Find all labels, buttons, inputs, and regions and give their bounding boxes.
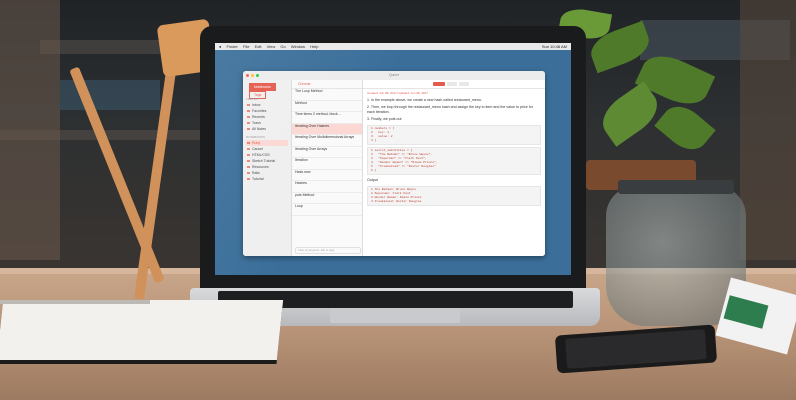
list-item-title: Iterating Over Hashes bbox=[295, 123, 330, 128]
menu-help[interactable]: Help bbox=[310, 43, 318, 50]
apple-icon[interactable]: ● bbox=[219, 43, 221, 50]
note-meta: Created: Jun 08, 2017 Updated: Jun 08, 2… bbox=[367, 91, 428, 95]
wooden-post bbox=[740, 0, 796, 260]
list-item-title: The Loop Method bbox=[295, 89, 323, 93]
preview-toggle-button[interactable] bbox=[433, 82, 445, 86]
list-item[interactable]: Method bbox=[292, 100, 362, 112]
list-item-title: Method bbox=[295, 100, 307, 105]
menu-view[interactable]: View bbox=[267, 43, 276, 50]
list-item-title: Iterating Over Multidimensional Arrays bbox=[295, 135, 355, 139]
menu-file[interactable]: File bbox=[243, 43, 249, 50]
list-item-selected[interactable]: Iterating Over Hashes bbox=[292, 123, 362, 135]
menu-edit[interactable]: Edit bbox=[255, 43, 262, 50]
tab-notebooks[interactable]: Notebooks bbox=[249, 83, 276, 91]
jar-lid bbox=[618, 180, 734, 194]
list-item-title: Iterating Over Arrays bbox=[295, 146, 328, 151]
window-title: Quiver bbox=[388, 73, 400, 77]
code-block[interactable]: 1 numbers = [ 2 key: 1 3 value: 2 4 ] bbox=[367, 125, 541, 145]
note-list: Chrome The Loop Method Method Time times… bbox=[292, 80, 363, 256]
sidebar-item-tutorial[interactable]: Tutorial bbox=[246, 176, 288, 182]
photo-scene: ● Finder File Edit View Go Window Help S… bbox=[0, 0, 796, 400]
sidebar-header-library: LIBRARY bbox=[246, 97, 259, 101]
menu-finder[interactable]: Finder bbox=[227, 43, 238, 50]
menubar-clock: Sun 10:48 AM bbox=[541, 44, 567, 49]
list-item-title: Time times 2 method, block... bbox=[295, 112, 341, 116]
code-block[interactable]: 1 The Batman: Bruce Wayne 2 Superman: Cl… bbox=[367, 186, 541, 206]
list-item[interactable]: Iteration bbox=[292, 158, 362, 170]
sidebar-header-notebooks: NOTEBOOKS bbox=[246, 135, 266, 139]
menu-window[interactable]: Window bbox=[291, 43, 305, 50]
note-editor: Created: Jun 08, 2017 Updated: Jun 08, 2… bbox=[363, 80, 545, 256]
list-item[interactable]: Iterating Over Multidimensional Arrays bbox=[292, 135, 362, 147]
search-input[interactable]: Filter by keyword, title or tags bbox=[295, 247, 361, 254]
list-item-title: Iteration bbox=[295, 158, 308, 162]
list-item-title: Hashes bbox=[295, 181, 307, 185]
sidebar-item-all-notes[interactable]: All Notes bbox=[246, 126, 288, 132]
list-item[interactable]: Hash.new bbox=[292, 169, 362, 181]
note-paragraph[interactable]: 1. In the example above, we create a new… bbox=[363, 97, 545, 104]
laptop-screen: ● Finder File Edit View Go Window Help S… bbox=[215, 43, 571, 275]
menubar: ● Finder File Edit View Go Window Help S… bbox=[215, 43, 571, 50]
sidebar: NotebooksTags LIBRARY Inbox Favorites Re… bbox=[243, 80, 292, 256]
editor-toolbar bbox=[363, 80, 545, 89]
list-item[interactable]: Hashes bbox=[292, 181, 362, 193]
list-item[interactable]: Time times 2 method, block... bbox=[292, 112, 362, 124]
wooden-post bbox=[0, 0, 60, 260]
list-item[interactable]: Iterating Over Arrays bbox=[292, 146, 362, 158]
note-list-title: Chrome bbox=[292, 80, 362, 89]
note-paragraph[interactable]: 2. Then, we loop through the restaurant_… bbox=[363, 104, 545, 116]
output-label: Output bbox=[367, 178, 378, 182]
notebook-spiral bbox=[0, 300, 150, 304]
list-item[interactable]: puts Method bbox=[292, 192, 362, 204]
list-item[interactable]: The Loop Method bbox=[292, 89, 362, 101]
paper-notebook bbox=[0, 300, 284, 360]
list-item-title: Loop bbox=[295, 204, 303, 208]
laptop-trackpad bbox=[330, 309, 460, 323]
code-block[interactable]: 1 secret_identities = { 2 "The Batman" =… bbox=[367, 147, 541, 175]
sidebar-list: LIBRARY Inbox Favorites Recents Trash Al… bbox=[246, 94, 288, 182]
list-item-title: Hash.new bbox=[295, 169, 311, 174]
menu-go[interactable]: Go bbox=[280, 43, 285, 50]
list-item-title: puts Method bbox=[295, 192, 315, 197]
share-button[interactable] bbox=[459, 82, 469, 86]
quiver-window: Quiver NotebooksTags LIBRARY Inbox Favor… bbox=[243, 71, 545, 256]
note-paragraph[interactable]: 3. Finally, we puts out bbox=[363, 116, 545, 123]
editor-mode-button[interactable] bbox=[447, 82, 457, 86]
list-item[interactable]: Loop bbox=[292, 204, 362, 216]
